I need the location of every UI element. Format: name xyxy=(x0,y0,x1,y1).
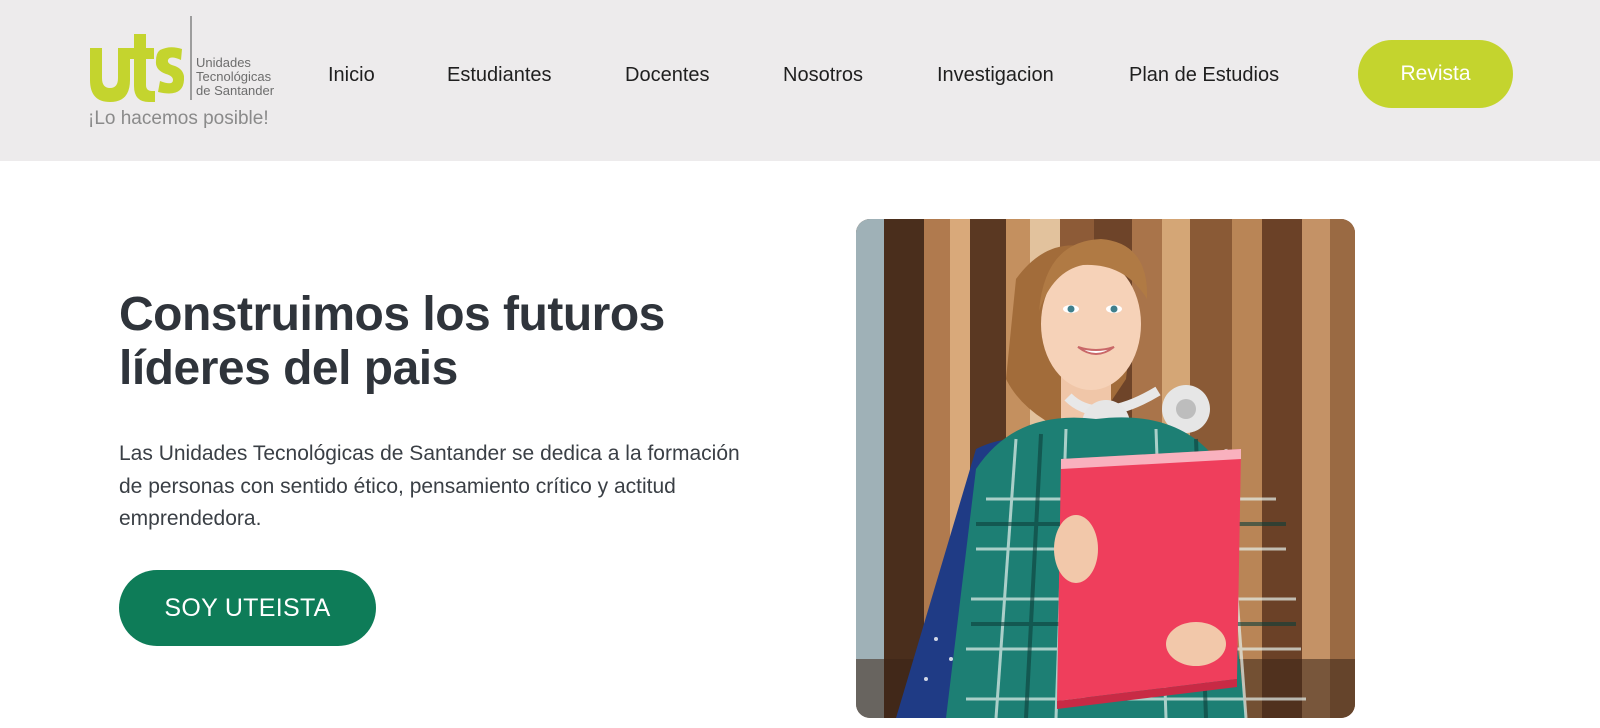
site-header: Unidades Tecnológicas de Santander ¡Lo h… xyxy=(0,0,1600,161)
nav-item-docentes[interactable]: Docentes xyxy=(625,64,710,87)
soy-uteista-button[interactable]: SOY UTEISTA xyxy=(119,570,376,646)
student-photo-icon xyxy=(856,219,1355,718)
nav-item-inicio[interactable]: Inicio xyxy=(328,64,375,87)
logo-slogan: ¡Lo hacemos posible! xyxy=(88,108,269,129)
revista-button[interactable]: Revista xyxy=(1358,40,1513,108)
logo-divider xyxy=(190,16,192,100)
nav-item-plan-de-estudios[interactable]: Plan de Estudios xyxy=(1129,64,1279,87)
nav-item-estudiantes[interactable]: Estudiantes xyxy=(447,64,552,87)
nav-item-nosotros[interactable]: Nosotros xyxy=(783,64,863,87)
hero-title: Construimos los futuros líderes del pais xyxy=(119,288,665,395)
uts-logo[interactable]: Unidades Tecnológicas de Santander ¡Lo h… xyxy=(88,16,288,134)
hero-student-image xyxy=(856,219,1355,718)
nav-item-investigacion[interactable]: Investigacion xyxy=(937,64,1054,87)
uts-logo-mark xyxy=(90,34,184,102)
hero-description: Las Unidades Tecnológicas de Santander s… xyxy=(119,442,740,530)
logo-institution-name: Unidades Tecnológicas de Santander xyxy=(196,55,275,98)
